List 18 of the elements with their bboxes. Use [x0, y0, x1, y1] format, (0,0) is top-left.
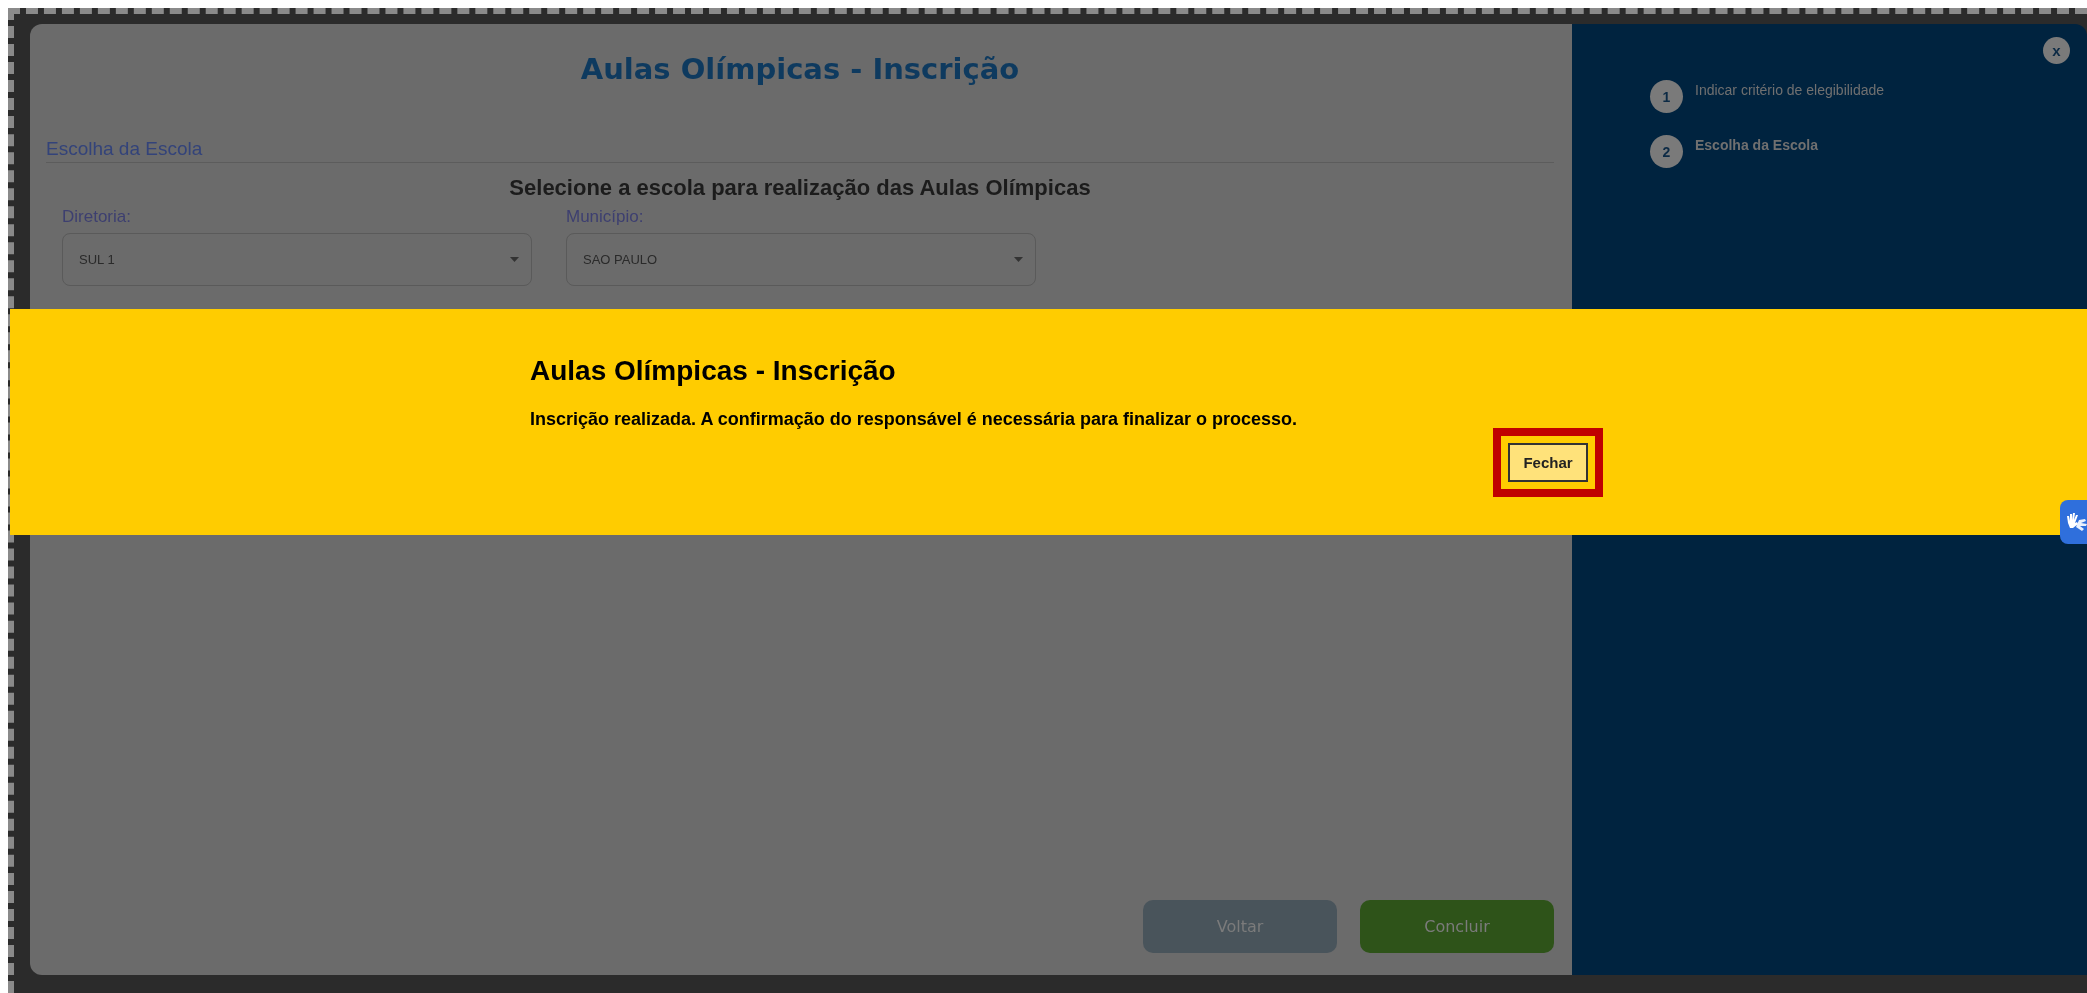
- select-field[interactable]: SAO PAULO: [566, 233, 1036, 286]
- button[interactable]: Concluir: [1360, 900, 1554, 953]
- section-title: Escolha da Escola: [46, 138, 1554, 163]
- select-field[interactable]: SUL 1: [62, 233, 532, 286]
- caret-icon: [510, 257, 519, 262]
- step-number: 1: [1650, 80, 1683, 113]
- step-label: Escolha da Escola: [1695, 137, 1818, 153]
- section-heading: Selecione a escola para realização das Aulas Olímpicas: [509, 175, 1091, 201]
- accessibility-button[interactable]: [2060, 500, 2087, 544]
- caret-icon: [1014, 257, 1023, 262]
- alert-message: Inscrição realizada. A confirmação do responsável é necessária para finalizar o processo.: [530, 409, 1297, 430]
- step-label: Indicar critério de elegibilidade: [1695, 82, 1885, 98]
- close-button[interactable]: Fechar: [1508, 443, 1588, 482]
- alert-title: Aulas Olímpicas - Inscrição: [530, 355, 896, 387]
- step-number: 2: [1650, 135, 1683, 168]
- hands-icon: [2065, 511, 2087, 533]
- modal-title: Aulas Olímpicas - Inscrição: [580, 52, 1020, 86]
- close-button[interactable]: x: [2043, 37, 2070, 64]
